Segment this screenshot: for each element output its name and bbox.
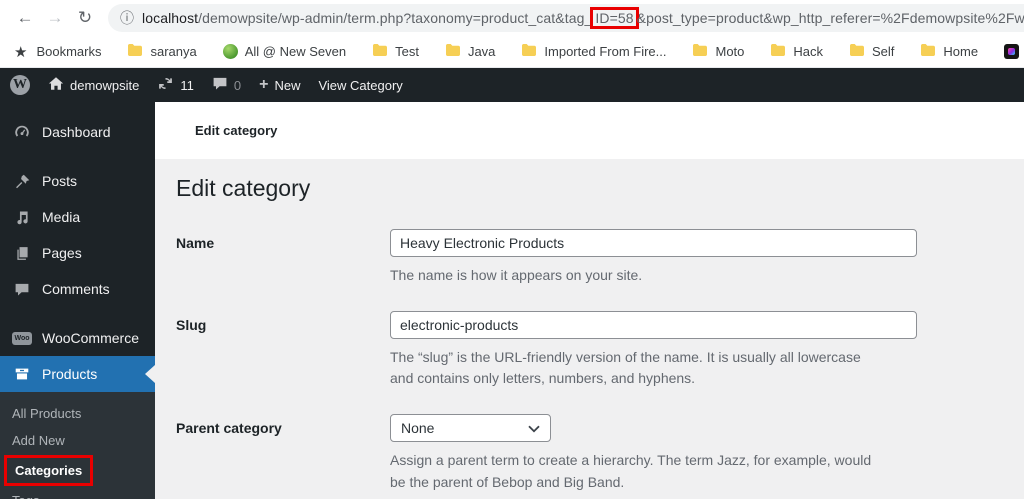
view-category-link[interactable]: View Category bbox=[318, 78, 402, 93]
slug-help-text: The “slug” is the URL-friendly version o… bbox=[390, 348, 861, 387]
bookmark-java[interactable]: Java bbox=[445, 43, 495, 60]
woocommerce-icon: Woo bbox=[12, 328, 32, 348]
slug-row: Slug The “slug” is the URL-friendly vers… bbox=[176, 310, 1024, 390]
adobe-express-icon bbox=[1004, 44, 1020, 59]
products-submenu: All Products Add New Categories Tags Att… bbox=[0, 392, 155, 499]
bookmark-moto[interactable]: Moto bbox=[692, 43, 744, 60]
name-help-text: The name is how it appears on your site. bbox=[390, 267, 643, 283]
sidebar-item-tags[interactable]: Tags bbox=[0, 487, 155, 499]
bookmark-home[interactable]: Home bbox=[920, 43, 978, 60]
url-id-highlight-box: ID=58 bbox=[590, 7, 639, 29]
wp-admin-bar: W demowpsite 11 0 + New View Category bbox=[0, 68, 1024, 102]
current-menu-arrow bbox=[145, 365, 155, 383]
bookmark-adobe-express[interactable]: Adobe Express bbox=[1004, 44, 1024, 59]
reload-icon[interactable]: ↻ bbox=[70, 8, 100, 28]
comments-icon bbox=[12, 279, 32, 299]
bookmarks-star-icon[interactable]: ★ bbox=[14, 43, 27, 61]
parent-category-help-text: Assign a parent term to create a hierarc… bbox=[390, 452, 872, 490]
bookmarks-bar: ★ Bookmarks saranya All @ New Seven Test… bbox=[0, 36, 1024, 68]
green-sphere-icon bbox=[222, 44, 238, 59]
sidebar-item-woocommerce[interactable]: Woo WooCommerce bbox=[0, 320, 155, 356]
slug-input[interactable] bbox=[390, 310, 917, 339]
wp-admin-page: Dashboard Posts Media Pages Comments Woo… bbox=[0, 102, 1024, 499]
wordpress-logo-icon: W bbox=[10, 75, 30, 95]
sidebar-item-dashboard[interactable]: Dashboard bbox=[0, 114, 155, 150]
pushpin-icon bbox=[12, 171, 32, 191]
bookmark-self[interactable]: Self bbox=[849, 43, 894, 60]
dashboard-icon bbox=[12, 122, 32, 142]
folder-icon bbox=[692, 43, 708, 60]
bookmark-imported-from-firefox[interactable]: Imported From Fire... bbox=[521, 43, 666, 60]
name-input[interactable] bbox=[390, 229, 917, 257]
home-icon bbox=[48, 76, 64, 94]
folder-icon bbox=[770, 43, 786, 60]
bookmarks-label: Bookmarks bbox=[36, 44, 102, 59]
sidebar-item-pages[interactable]: Pages bbox=[0, 235, 155, 271]
site-name-menu[interactable]: demowpsite bbox=[48, 76, 139, 94]
parent-category-selected-value: None bbox=[401, 420, 435, 437]
sidebar-item-media[interactable]: Media bbox=[0, 199, 155, 235]
pages-icon bbox=[12, 243, 32, 263]
sidebar-item-categories[interactable]: Categories bbox=[0, 454, 155, 487]
slug-label: Slug bbox=[176, 316, 207, 333]
admin-sidebar: Dashboard Posts Media Pages Comments Woo… bbox=[0, 102, 155, 499]
updates-menu[interactable]: 11 bbox=[157, 75, 194, 95]
sidebar-item-comments[interactable]: Comments bbox=[0, 271, 155, 307]
name-row: Name The name is how it appears on your … bbox=[176, 229, 1024, 287]
parent-category-row: Parent category None Assign a parent ter… bbox=[176, 414, 1024, 493]
edit-category-form: Edit category Name The name is how it ap… bbox=[155, 159, 1024, 499]
bookmark-all-new-seven[interactable]: All @ New Seven bbox=[222, 44, 346, 59]
page-title: Edit category bbox=[176, 175, 311, 201]
screen-title: Edit category bbox=[195, 123, 278, 138]
comment-bubble-icon bbox=[212, 76, 228, 94]
sidebar-item-add-new[interactable]: Add New bbox=[0, 427, 155, 454]
url-text: localhost/demowpsite/wp-admin/term.php?t… bbox=[142, 7, 1024, 29]
parent-category-label: Parent category bbox=[176, 420, 282, 437]
new-content-menu[interactable]: + New bbox=[259, 76, 300, 94]
chevron-down-icon bbox=[528, 420, 540, 436]
site-info-icon[interactable]: ⓘ bbox=[120, 8, 134, 28]
media-icon bbox=[12, 207, 32, 227]
name-label: Name bbox=[176, 235, 215, 251]
url-domain: localhost bbox=[142, 10, 199, 26]
updates-icon bbox=[157, 75, 174, 95]
bookmark-hack[interactable]: Hack bbox=[770, 43, 823, 60]
comments-menu[interactable]: 0 bbox=[212, 76, 241, 94]
folder-icon bbox=[445, 43, 461, 60]
browser-toolbar: ← → ↻ ⓘ localhost/demowpsite/wp-admin/te… bbox=[0, 0, 1024, 36]
sidebar-item-products[interactable]: Products bbox=[0, 356, 155, 392]
content-area: Edit category Edit category Name The nam… bbox=[155, 102, 1024, 499]
plus-icon: + bbox=[259, 76, 269, 93]
categories-highlight-box: Categories bbox=[4, 455, 94, 486]
wp-logo-menu[interactable]: W bbox=[10, 75, 30, 95]
folder-icon bbox=[521, 43, 537, 60]
parent-category-select[interactable]: None bbox=[390, 414, 551, 443]
url-path-after: &post_type=product&wp_http_referer=%2Fde… bbox=[636, 10, 1024, 26]
sidebar-item-all-products[interactable]: All Products bbox=[0, 400, 155, 427]
screen-title-bar: Edit category bbox=[155, 102, 1024, 159]
address-bar[interactable]: ⓘ localhost/demowpsite/wp-admin/term.php… bbox=[108, 4, 1024, 32]
folder-icon bbox=[127, 43, 143, 60]
products-box-icon bbox=[12, 364, 32, 384]
bookmark-test[interactable]: Test bbox=[372, 43, 419, 60]
back-icon[interactable]: ← bbox=[10, 8, 40, 28]
forward-icon[interactable]: → bbox=[40, 8, 70, 28]
folder-icon bbox=[372, 43, 388, 60]
sidebar-item-posts[interactable]: Posts bbox=[0, 163, 155, 199]
folder-icon bbox=[920, 43, 936, 60]
folder-icon bbox=[849, 43, 865, 60]
bookmark-saranya[interactable]: saranya bbox=[127, 43, 197, 60]
url-path-before: /demowpsite/wp-admin/term.php?taxonomy=p… bbox=[198, 10, 593, 26]
